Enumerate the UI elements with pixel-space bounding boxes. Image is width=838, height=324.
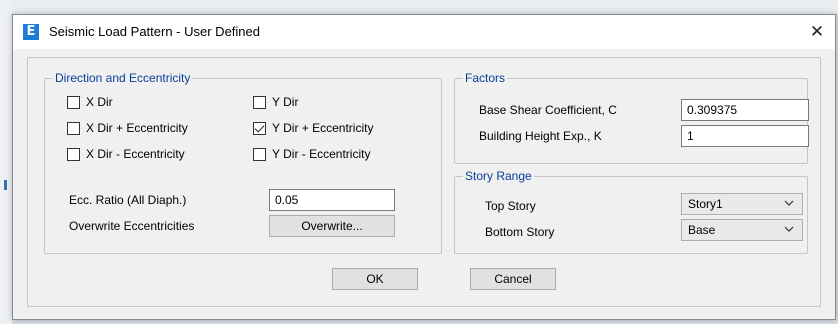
story-range-group: Story Range Top Story Story1 Bottom Stor… — [454, 169, 808, 254]
x-dir-plus-ecc-checkbox[interactable]: X Dir + Eccentricity — [67, 121, 188, 135]
bottom-story-value: Base — [688, 223, 716, 237]
y-dir-minus-ecc-checkbox-box[interactable] — [253, 147, 266, 161]
x-dir-minus-ecc-checkbox[interactable]: X Dir - Eccentricity — [67, 147, 185, 161]
title-bar: E Seismic Load Pattern - User Defined ✕ — [13, 15, 835, 49]
dialog-client-area: Direction and Eccentricity X Dir X Dir +… — [27, 57, 821, 307]
background-app-left — [0, 0, 12, 324]
story-range-legend: Story Range — [463, 169, 534, 183]
top-story-select[interactable]: Story1 — [681, 193, 803, 215]
factors-group: Factors Base Shear Coefficient, C 0.3093… — [454, 71, 809, 164]
base-shear-coefficient-input[interactable]: 0.309375 — [681, 99, 809, 121]
building-height-exp-input[interactable]: 1 — [681, 125, 809, 147]
ok-button[interactable]: OK — [332, 268, 418, 290]
overwrite-eccentricities-label: Overwrite Eccentricities — [69, 219, 195, 233]
chevron-down-icon — [784, 226, 794, 232]
x-dir-checkbox[interactable]: X Dir — [67, 95, 113, 109]
y-dir-plus-ecc-label: Y Dir + Eccentricity — [272, 121, 374, 135]
direction-eccentricity-group: Direction and Eccentricity X Dir X Dir +… — [44, 71, 442, 254]
background-app-strip — [0, 0, 838, 14]
base-shear-coefficient-label: Base Shear Coefficient, C — [479, 103, 617, 117]
x-dir-label: X Dir — [86, 95, 113, 109]
y-dir-label: Y Dir — [272, 95, 299, 109]
y-dir-plus-ecc-checkbox[interactable]: Y Dir + Eccentricity — [253, 121, 373, 135]
top-story-value: Story1 — [688, 197, 723, 211]
background-marker — [4, 180, 7, 190]
chevron-down-icon — [784, 200, 794, 206]
building-height-exp-label: Building Height Exp., K — [479, 129, 602, 143]
overwrite-button[interactable]: Overwrite... — [269, 215, 395, 237]
factors-legend: Factors — [463, 71, 508, 85]
y-dir-checkbox-box[interactable] — [253, 95, 266, 109]
y-dir-checkbox[interactable]: Y Dir — [253, 95, 298, 109]
y-dir-minus-ecc-label: Y Dir - Eccentricity — [272, 147, 371, 161]
etabs-app-icon: E — [23, 24, 39, 40]
top-story-label: Top Story — [485, 199, 536, 213]
ecc-ratio-input[interactable]: 0.05 — [269, 189, 395, 211]
bottom-story-select[interactable]: Base — [681, 219, 803, 241]
cancel-button[interactable]: Cancel — [470, 268, 556, 290]
seismic-load-pattern-dialog: E Seismic Load Pattern - User Defined ✕ … — [12, 14, 836, 320]
x-dir-checkbox-box[interactable] — [67, 95, 80, 109]
y-dir-minus-ecc-checkbox[interactable]: Y Dir - Eccentricity — [253, 147, 370, 161]
x-dir-plus-ecc-label: X Dir + Eccentricity — [86, 121, 188, 135]
bottom-story-label: Bottom Story — [485, 225, 555, 239]
ecc-ratio-label: Ecc. Ratio (All Diaph.) — [69, 193, 187, 207]
direction-eccentricity-legend: Direction and Eccentricity — [53, 71, 193, 85]
x-dir-minus-ecc-label: X Dir - Eccentricity — [86, 147, 185, 161]
close-icon[interactable]: ✕ — [799, 15, 835, 49]
dialog-title: Seismic Load Pattern - User Defined — [49, 24, 260, 39]
y-dir-plus-ecc-checkbox-box[interactable] — [253, 121, 266, 135]
x-dir-minus-ecc-checkbox-box[interactable] — [67, 147, 80, 161]
x-dir-plus-ecc-checkbox-box[interactable] — [67, 121, 80, 135]
